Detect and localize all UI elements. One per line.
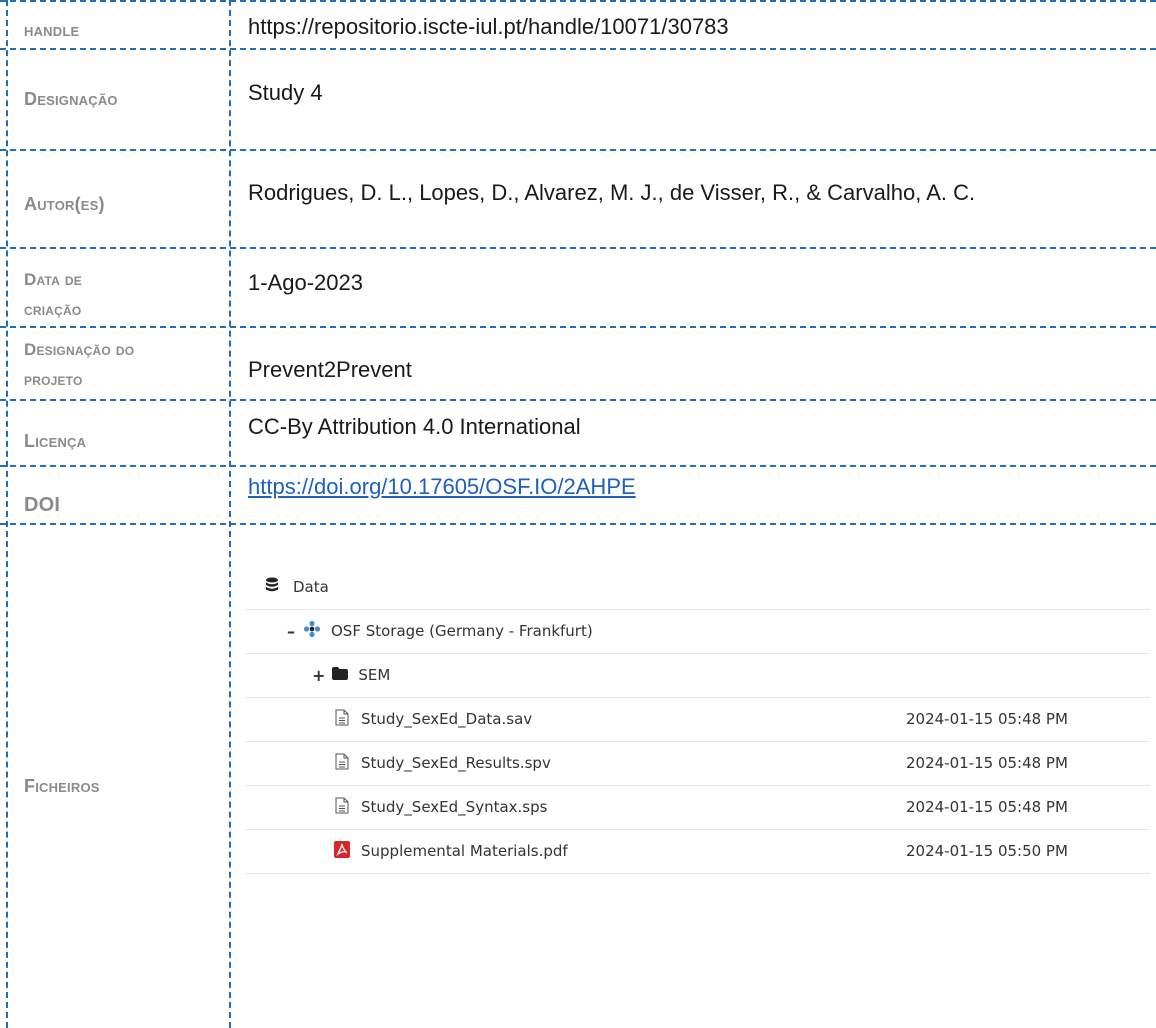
file-name: Study_SexEd_Results.spv <box>361 754 551 772</box>
storage-name: OSF Storage (Germany - Frankfurt) <box>331 622 593 640</box>
projeto-value: Prevent2Prevent <box>248 357 412 382</box>
row-divider <box>0 247 1156 249</box>
projeto-label-line1: Designação do <box>24 340 135 359</box>
collapse-toggle[interactable]: – <box>287 622 295 641</box>
data-criacao-label-line2: criação <box>24 300 82 319</box>
doi-value: https://doi.org/10.17605/OSF.IO/2AHPE <box>248 474 636 500</box>
file-row[interactable]: Study_SexEd_Results.spv 2024-01-15 05:48… <box>245 741 1150 786</box>
file-row[interactable]: Study_SexEd_Syntax.sps 2024-01-15 05:48 … <box>245 785 1150 830</box>
handle-label: handle <box>24 20 80 40</box>
osf-storage-icon <box>303 620 321 642</box>
file-icon <box>335 709 349 730</box>
column-divider <box>229 0 231 1028</box>
row-divider <box>0 149 1156 151</box>
file-tree-storage[interactable]: – OSF Storage (Germany - Frankfurt) <box>245 609 1150 654</box>
licenca-label: Licença <box>24 431 87 451</box>
row-divider <box>0 326 1156 328</box>
data-criacao-label: Data de criação <box>24 268 82 322</box>
root-name: Data <box>293 578 329 596</box>
column-divider <box>6 0 8 1028</box>
row-divider <box>0 399 1156 401</box>
file-browser: Data – OSF Storage (Germany - Frankfurt)… <box>245 565 1150 905</box>
file-tree-root[interactable]: Data <box>245 565 1150 610</box>
database-icon <box>265 577 279 597</box>
row-divider <box>0 523 1156 525</box>
doi-link[interactable]: https://doi.org/10.17605/OSF.IO/2AHPE <box>248 474 636 499</box>
file-name: Supplemental Materials.pdf <box>361 842 568 860</box>
projeto-label: Designação do projeto <box>24 338 134 392</box>
designacao-label: Designação <box>24 89 118 109</box>
file-date: 2024-01-15 05:48 PM <box>906 710 1068 728</box>
data-criacao-value: 1-Ago-2023 <box>248 270 363 295</box>
file-date: 2024-01-15 05:48 PM <box>906 754 1068 772</box>
handle-value: https://repositorio.iscte-iul.pt/handle/… <box>248 14 729 39</box>
folder-name: SEM <box>358 666 391 684</box>
designacao-value: Study 4 <box>248 80 323 105</box>
autores-label: Autor(es) <box>24 194 105 214</box>
file-date: 2024-01-15 05:48 PM <box>906 798 1068 816</box>
file-date: 2024-01-15 05:50 PM <box>906 842 1068 860</box>
file-tree-folder[interactable]: + SEM <box>245 653 1150 698</box>
file-icon <box>335 753 349 774</box>
file-row[interactable]: Supplemental Materials.pdf 2024-01-15 05… <box>245 829 1150 874</box>
file-name: Study_SexEd_Data.sav <box>361 710 533 728</box>
folder-icon <box>332 666 349 684</box>
expand-toggle[interactable]: + <box>312 666 325 685</box>
autores-value: Rodrigues, D. L., Lopes, D., Alvarez, M.… <box>248 180 976 205</box>
row-divider <box>0 0 1156 2</box>
licenca-value: CC-By Attribution 4.0 International <box>248 414 581 439</box>
file-icon <box>335 797 349 818</box>
file-row[interactable]: Study_SexEd_Data.sav 2024-01-15 05:48 PM <box>245 697 1150 742</box>
doi-label: DOI <box>24 494 61 516</box>
pdf-icon <box>334 840 350 862</box>
file-name: Study_SexEd_Syntax.sps <box>361 798 548 816</box>
row-divider <box>0 465 1156 467</box>
ficheiros-label: Ficheiros <box>24 776 100 796</box>
data-criacao-label-line1: Data de <box>24 270 82 289</box>
row-divider <box>0 48 1156 50</box>
projeto-label-line2: projeto <box>24 370 83 389</box>
